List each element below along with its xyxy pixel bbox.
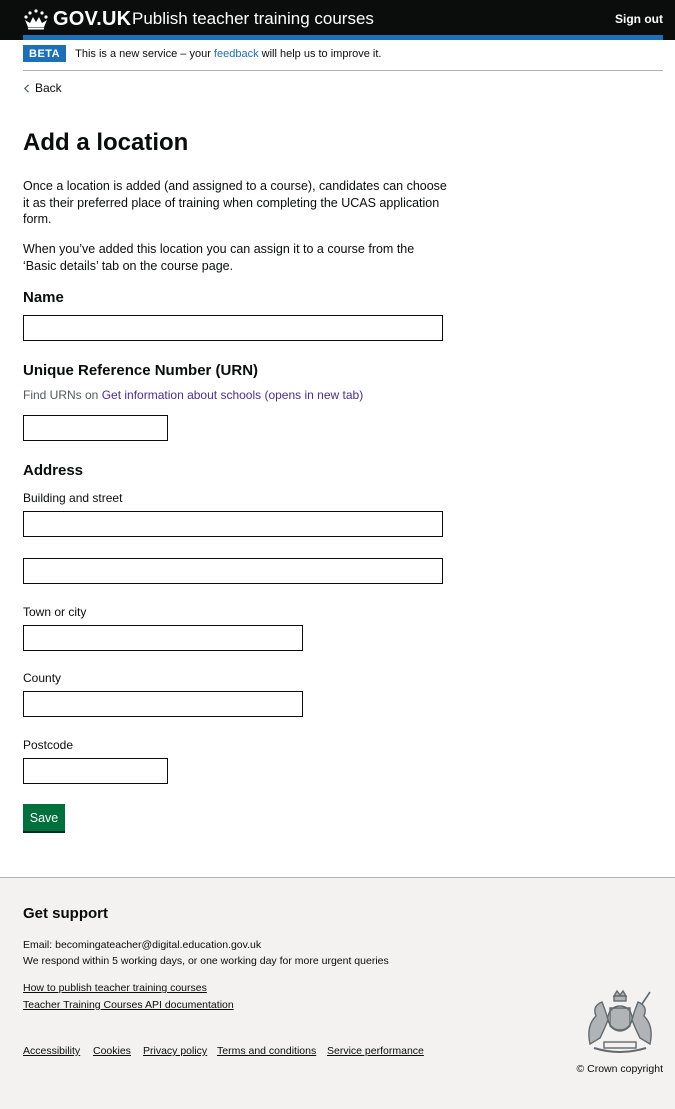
back-link-wrapper[interactable]: Back [23,81,62,95]
urn-label: Unique Reference Number (URN) [23,362,259,379]
name-label: Name [23,289,64,306]
phase-banner-text-after: will help us to improve it. [261,48,382,60]
building-street-line-2-input[interactable] [23,558,443,584]
api-documentation-link[interactable]: Teacher Training Courses API documentati… [23,999,234,1011]
phase-banner: BETA This is a new service – your feedba… [23,45,663,71]
header-accent-bar [23,35,663,40]
building-street-line-1-input[interactable] [23,511,443,537]
response-time-text: We respond within 5 working days, or one… [23,955,389,967]
page-title: Add a location [23,129,189,156]
site-footer: Get support Email: becomingateacher@digi… [0,877,675,1109]
get-support-heading: Get support [23,905,108,922]
royal-coat-of-arms-icon [588,989,652,1053]
intro-paragraph-2: When you’ve added this location you can … [23,242,415,273]
get-information-about-schools-link[interactable]: Get information about schools (opens in … [102,388,363,402]
urn-hint-prefix: Find URNs on [23,388,99,402]
footer-link-cookies[interactable]: Cookies [93,1045,131,1057]
name-input[interactable] [23,315,443,341]
govuk-logo-text: GOV.UK [53,7,132,30]
urn-hint: Find URNs on Get information about schoo… [23,388,363,402]
crown-copyright[interactable]: © Crown copyright [576,1063,663,1075]
feedback-link[interactable]: feedback [214,48,259,60]
how-to-publish-link[interactable]: How to publish teacher training courses [23,982,207,994]
support-email-line: Email: becomingateacher@digital.educatio… [23,939,261,951]
postcode-input[interactable] [23,758,168,784]
footer-link-service-performance[interactable]: Service performance [327,1045,424,1057]
sign-out-link[interactable]: Sign out [615,12,663,26]
site-header: GOV.UK Publish teacher training courses … [0,0,675,40]
county-label: County [23,671,62,685]
support-email-link[interactable]: becomingateacher@digital.education.gov.u… [55,939,261,951]
intro-paragraph-1: Once a location is added (and assigned t… [23,179,447,226]
address-heading: Address [23,462,84,479]
building-street-label: Building and street [23,491,123,505]
save-button[interactable]: Save [23,804,65,831]
footer-link-privacy-policy[interactable]: Privacy policy [143,1045,207,1057]
urn-input[interactable] [23,415,168,441]
crown-icon [24,9,48,30]
footer-link-accessibility[interactable]: Accessibility [23,1045,80,1057]
service-name-link[interactable]: Publish teacher training courses [132,9,374,29]
town-city-input[interactable] [23,625,303,651]
postcode-label: Postcode [23,738,74,752]
county-input[interactable] [23,691,303,717]
govuk-logo-link[interactable]: GOV.UK [23,6,131,32]
email-label: Email: [23,939,53,951]
back-link[interactable]: Back [35,81,62,95]
town-city-label: Town or city [23,605,87,619]
beta-tag: BETA [23,45,67,62]
phase-banner-text-before: This is a new service – your [75,48,211,60]
phase-banner-text: This is a new service – your feedback wi… [75,48,381,60]
chevron-left-icon [23,83,29,93]
footer-link-terms-and-conditions[interactable]: Terms and conditions [217,1045,316,1057]
